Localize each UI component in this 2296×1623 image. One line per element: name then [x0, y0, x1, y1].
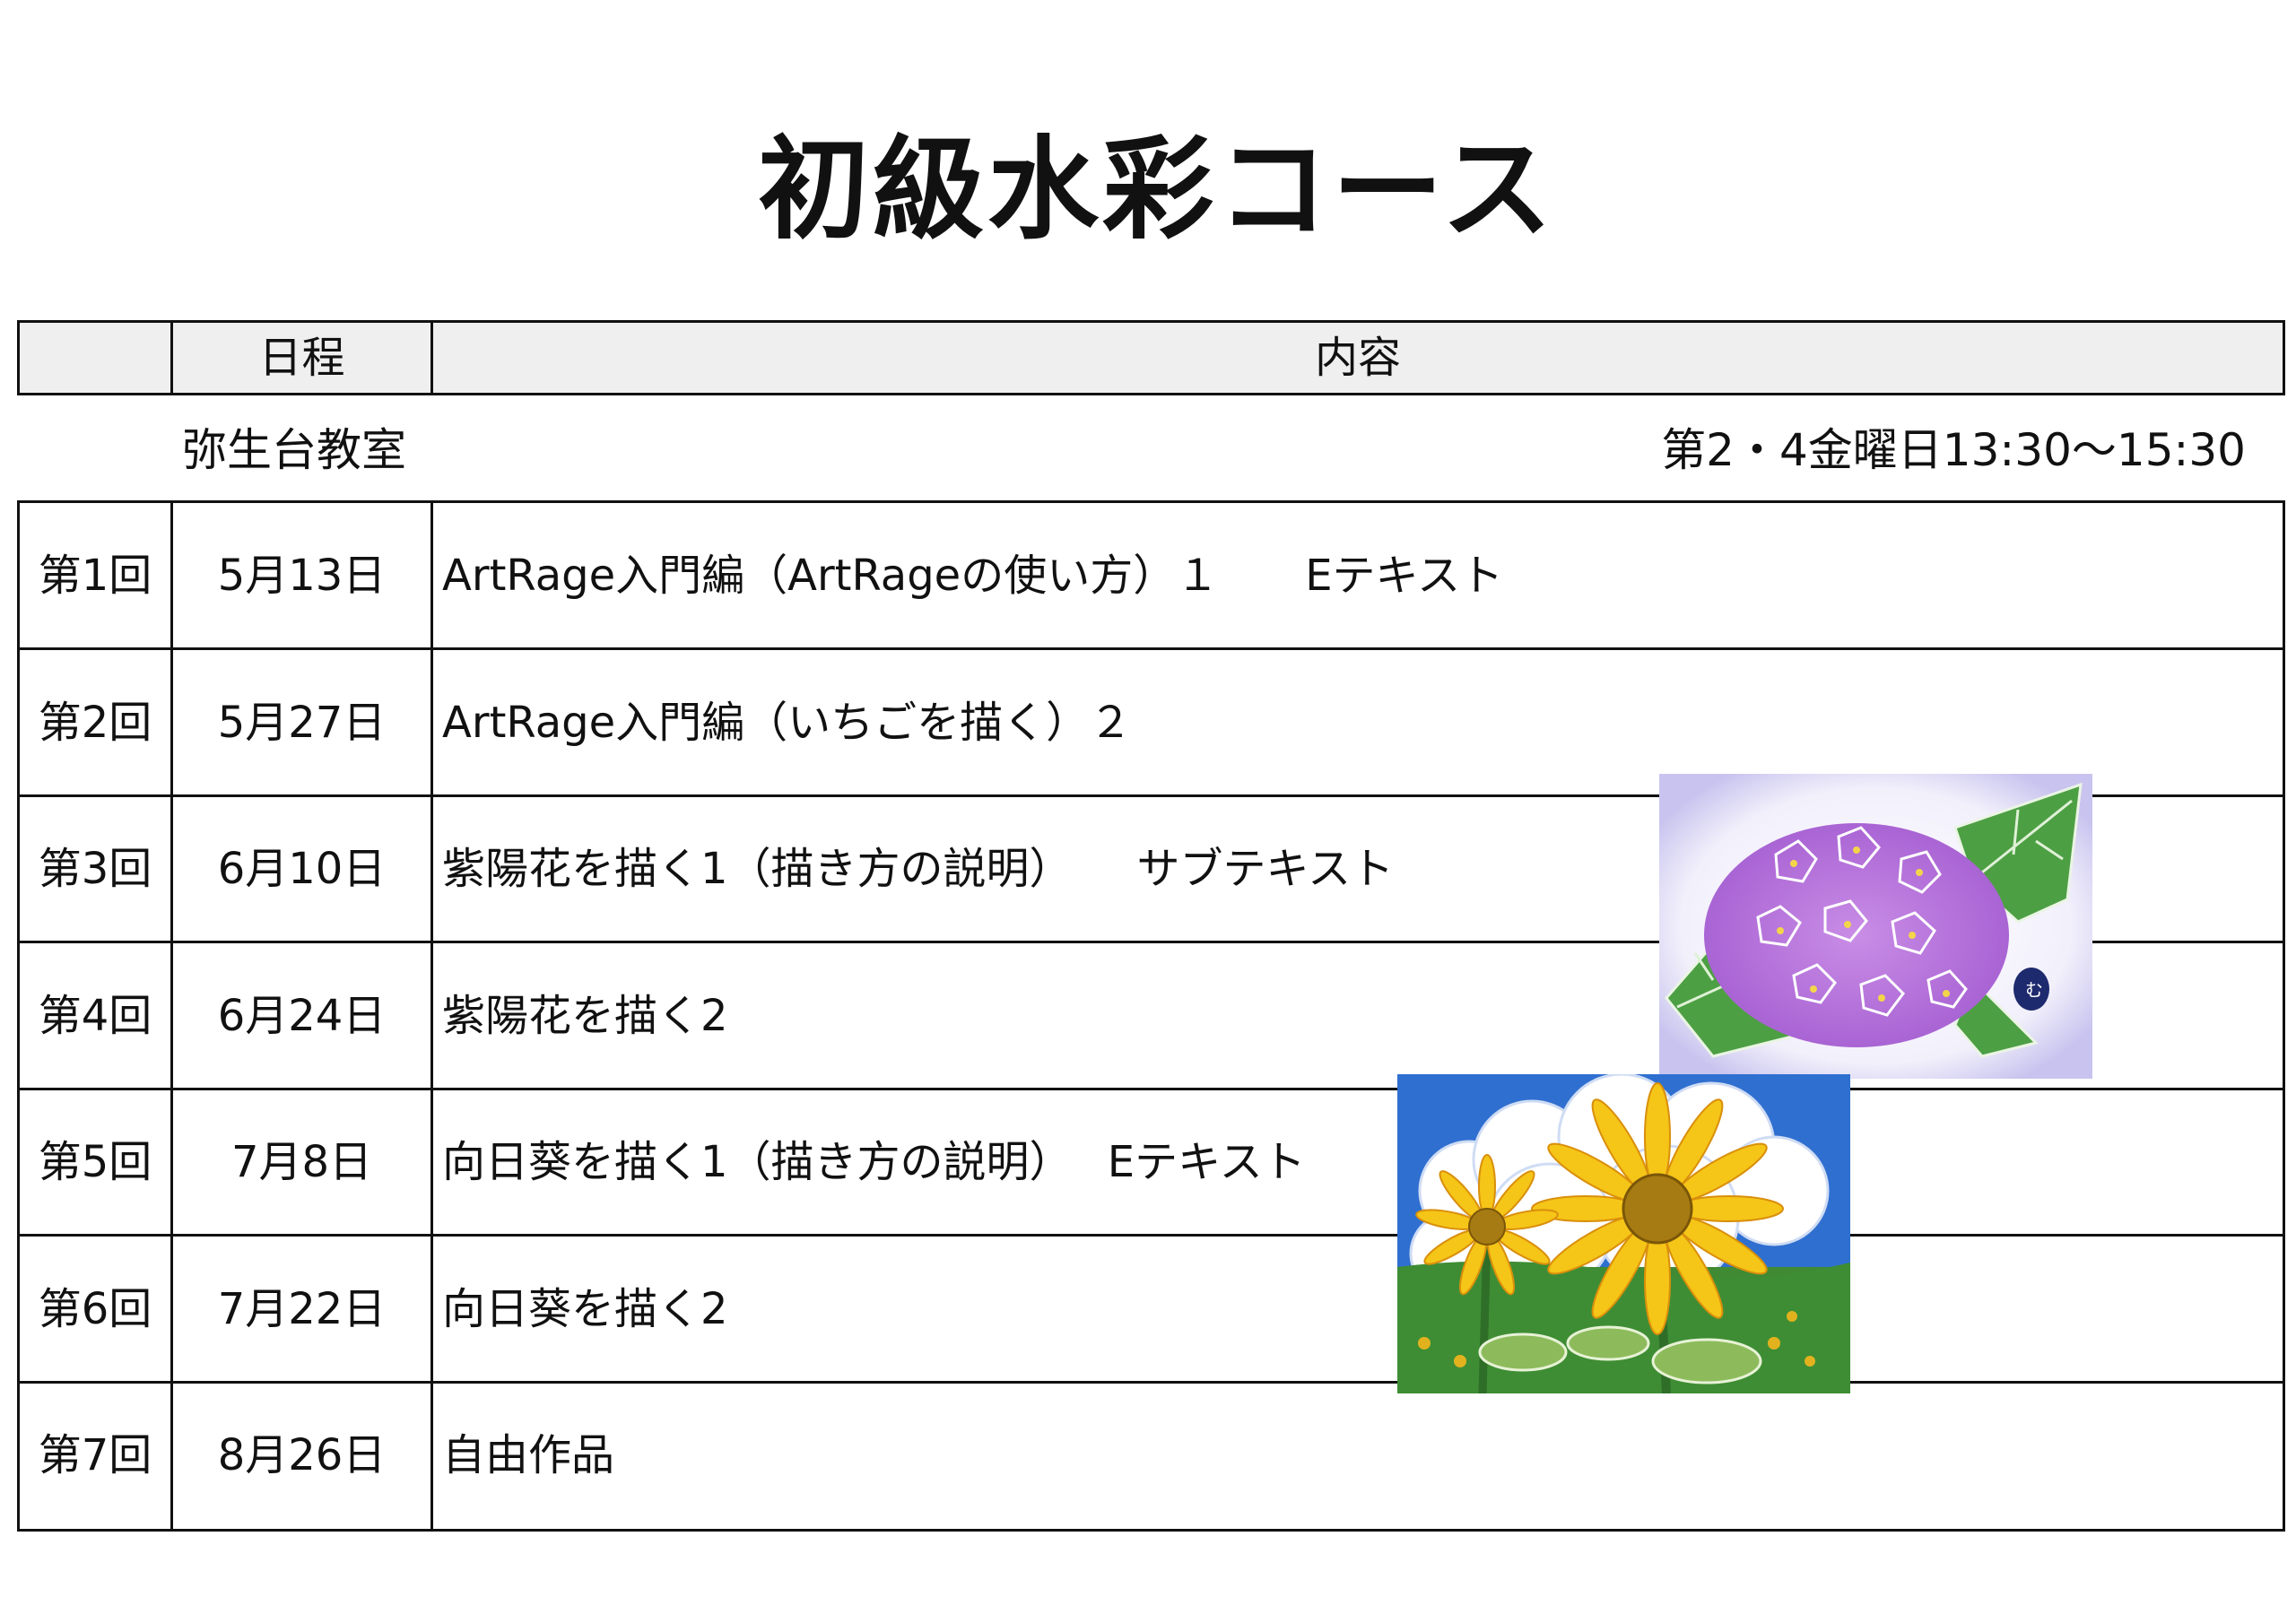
session-number: 第2回 [38, 698, 152, 748]
session-date: 5月13日 [217, 551, 387, 601]
sunflower-illustration [1397, 1072, 1850, 1394]
hydrangea-illustration: む [1659, 774, 2092, 1079]
session-content: ArtRage入門編（いちごを描く）２ [442, 698, 1133, 748]
page-title: 初級水彩コース [758, 126, 1556, 255]
session-number: 第4回 [38, 991, 152, 1041]
svg-text:む: む [2025, 979, 2043, 1001]
session-number: 第3回 [38, 844, 152, 894]
table-header: 日程 内容 [17, 320, 2285, 395]
session-number: 第6回 [38, 1284, 152, 1334]
session-date: 6月10日 [217, 844, 387, 894]
header-schedule: 日程 [258, 333, 345, 383]
table-row: 第5回 7月8日 向日葵を描く1（描き方の説明） Eテキスト [20, 1089, 2283, 1236]
table-row: 第6回 7月22日 向日葵を描く2 [20, 1237, 2283, 1383]
session-number: 第1回 [38, 551, 152, 601]
session-date: 6月24日 [217, 991, 387, 1041]
session-date: 8月26日 [217, 1430, 387, 1480]
session-content: ArtRage入門編（ArtRageの使い方）１ Eテキスト [442, 551, 1504, 601]
session-content: 紫陽花を描く1（描き方の説明） サブテキスト [442, 844, 1395, 894]
schedule-time: 第2・4金曜日13:30～15:30 [1661, 424, 2246, 476]
session-content: 向日葵を描く1（描き方の説明） Eテキスト [442, 1137, 1306, 1187]
session-date: 7月22日 [217, 1284, 387, 1334]
session-date: 5月27日 [217, 698, 387, 748]
table-row: 第7回 8月26日 自由作品 [20, 1383, 2283, 1529]
session-content: 紫陽花を描く2 [442, 991, 728, 1041]
session-number: 第5回 [38, 1137, 152, 1187]
session-number: 第7回 [38, 1430, 152, 1480]
header-content: 内容 [1314, 333, 1401, 383]
table-row: 第1回 5月13日 ArtRage入門編（ArtRageの使い方）１ Eテキスト [20, 503, 2283, 649]
session-content: 向日葵を描く2 [442, 1284, 728, 1334]
session-content: 自由作品 [442, 1430, 615, 1480]
session-date: 7月8日 [230, 1137, 373, 1187]
classroom-name: 弥生台教室 [182, 424, 406, 476]
